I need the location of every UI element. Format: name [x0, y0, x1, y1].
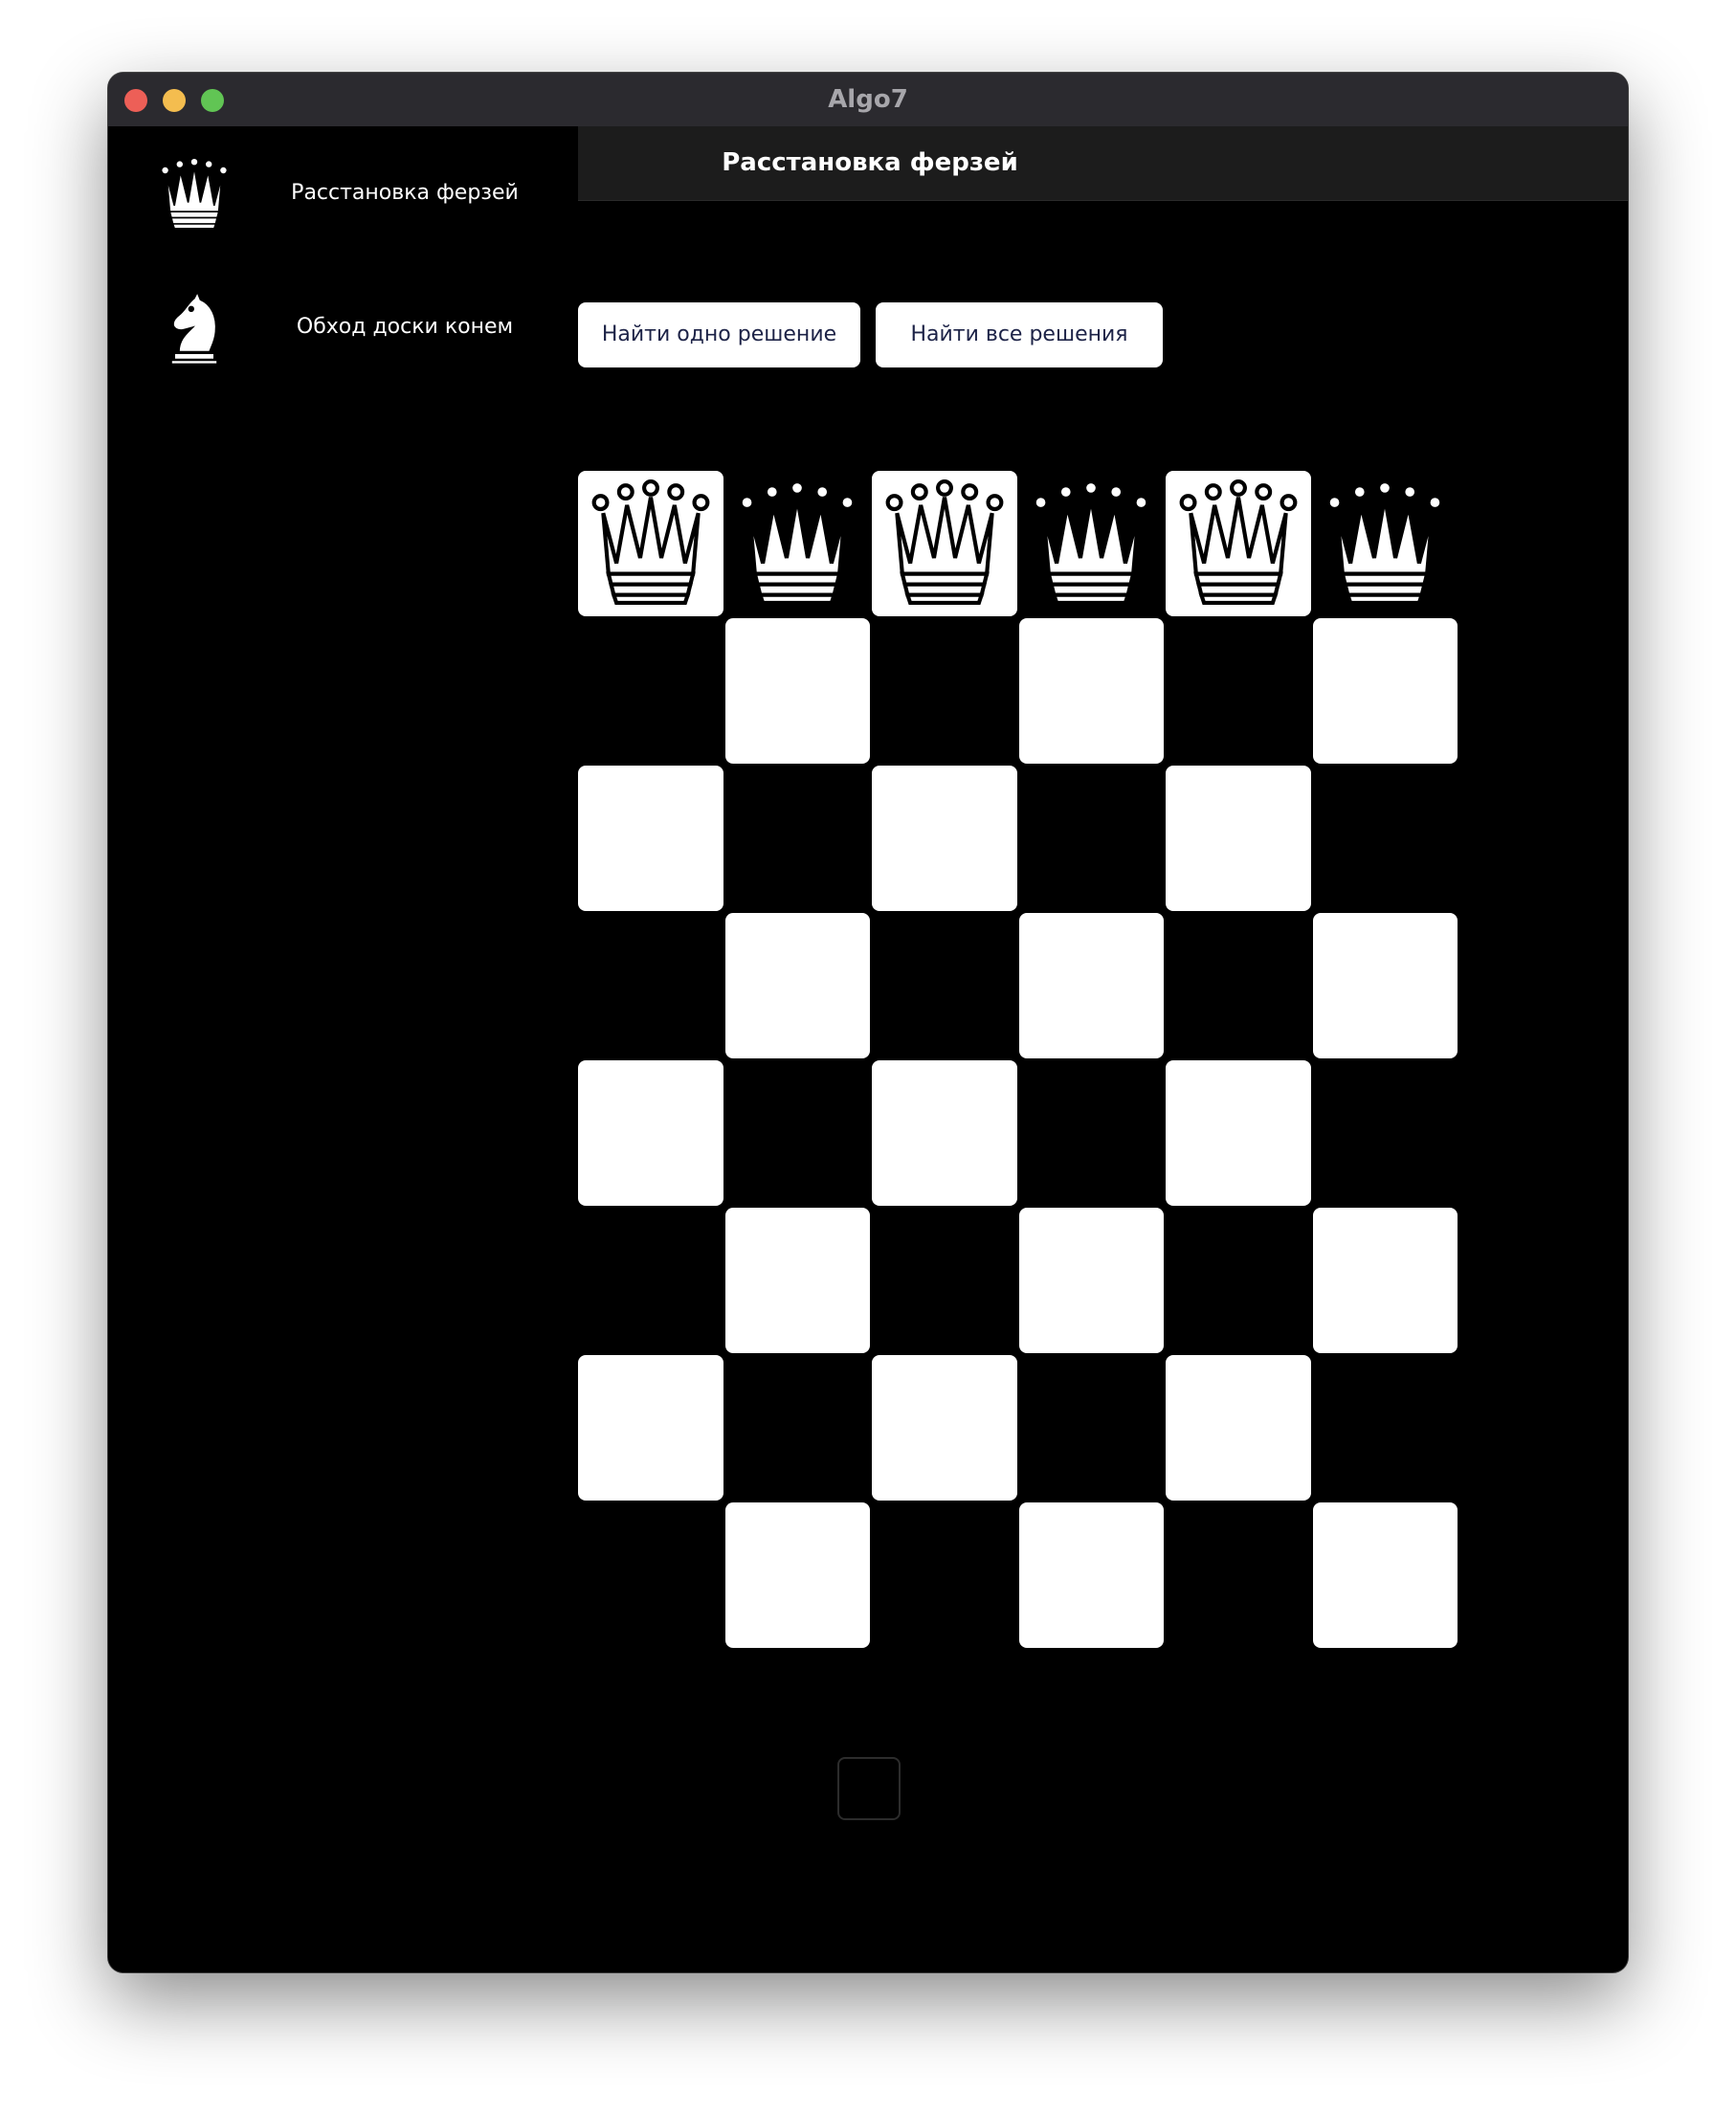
board-cell[interactable] [724, 1060, 870, 1206]
sidebar-item-label: Расстановка ферзей [291, 181, 519, 205]
board-cell[interactable] [1312, 1355, 1458, 1501]
board-cell[interactable] [1166, 1208, 1311, 1353]
window-title: Algo7 [828, 85, 908, 114]
board-cell[interactable] [1018, 1355, 1164, 1501]
board-cell[interactable] [872, 1060, 1017, 1206]
board-cell[interactable] [1312, 471, 1458, 616]
queen-icon [879, 476, 1011, 612]
page-header: Расстановка ферзей [578, 126, 1628, 201]
board-cell[interactable] [1312, 1502, 1458, 1648]
board-cell[interactable] [578, 618, 723, 764]
board-cell[interactable] [578, 1355, 723, 1501]
board-cell[interactable] [1166, 1060, 1311, 1206]
board-cell[interactable] [872, 913, 1017, 1058]
board-cell[interactable] [578, 913, 723, 1058]
board-cell[interactable] [1018, 766, 1164, 911]
sidebar: Расстановка ферзей Обход доски конем [108, 126, 578, 1972]
queen-icon [585, 476, 717, 612]
board-cell[interactable] [1312, 913, 1458, 1058]
board-cell[interactable] [1018, 1502, 1164, 1648]
board-cell[interactable] [1018, 618, 1164, 764]
queen-icon [151, 150, 237, 236]
find-all-solutions-button[interactable]: Найти все решения [876, 302, 1163, 367]
chess-board [578, 471, 1459, 1650]
sidebar-item-queens[interactable]: Расстановка ферзей [108, 136, 578, 251]
board-cell[interactable] [1312, 618, 1458, 764]
board-cell[interactable] [1312, 766, 1458, 911]
board-cell[interactable] [1166, 1502, 1311, 1648]
find-one-solution-button[interactable]: Найти одно решение [578, 302, 860, 367]
board-cell[interactable] [578, 1060, 723, 1206]
board-cell[interactable] [872, 1502, 1017, 1648]
queen-icon [1319, 476, 1451, 612]
board-cell[interactable] [872, 766, 1017, 911]
board-cell[interactable] [724, 1502, 870, 1648]
board-cell[interactable] [872, 618, 1017, 764]
board-cell[interactable] [724, 1355, 870, 1501]
board-cell[interactable] [872, 1355, 1017, 1501]
board-cell[interactable] [1018, 1060, 1164, 1206]
board-cell[interactable] [872, 471, 1017, 616]
board-cell[interactable] [1312, 1208, 1458, 1353]
board-cell[interactable] [872, 1208, 1017, 1353]
board-cell[interactable] [724, 766, 870, 911]
board-cell[interactable] [1166, 471, 1311, 616]
queen-icon [1025, 476, 1157, 612]
queen-icon [1172, 476, 1304, 612]
sidebar-item-label: Обход доски конем [296, 315, 514, 339]
board-cell[interactable] [578, 471, 723, 616]
board-cell[interactable] [724, 618, 870, 764]
page-title: Расстановка ферзей [722, 148, 1018, 177]
board-cell[interactable] [724, 471, 870, 616]
board-cell[interactable] [724, 913, 870, 1058]
board-cell[interactable] [578, 766, 723, 911]
knight-icon [151, 284, 237, 370]
board-cell[interactable] [1166, 913, 1311, 1058]
board-cell[interactable] [1018, 471, 1164, 616]
small-square-button[interactable] [837, 1757, 901, 1820]
board-cell[interactable] [1166, 766, 1311, 911]
board-cell[interactable] [1312, 1060, 1458, 1206]
sidebar-item-knight-tour[interactable]: Обход доски конем [108, 270, 578, 385]
queen-icon [731, 476, 863, 612]
board-cell[interactable] [1166, 1355, 1311, 1501]
title-bar: Algo7 [108, 73, 1628, 127]
board-cell[interactable] [578, 1502, 723, 1648]
app-window: Algo7 Расстановка ферзей Обход доски кон… [108, 73, 1628, 1972]
board-cell[interactable] [1018, 913, 1164, 1058]
board-cell[interactable] [724, 1208, 870, 1353]
board-cell[interactable] [1166, 618, 1311, 764]
board-cell[interactable] [1018, 1208, 1164, 1353]
board-cell[interactable] [578, 1208, 723, 1353]
